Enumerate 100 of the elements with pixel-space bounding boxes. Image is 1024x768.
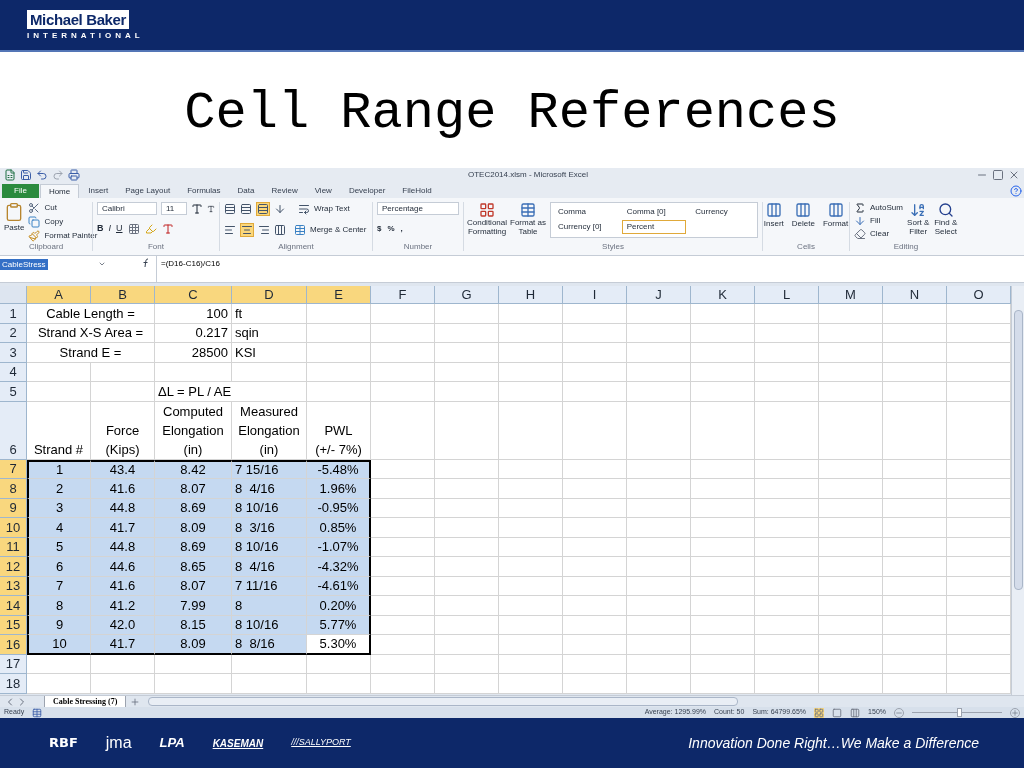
row-header[interactable]: 16 <box>0 635 27 655</box>
formula-field[interactable]: =(D16-C16)/C16 <box>156 256 1024 282</box>
middle-align-icon[interactable] <box>240 203 252 215</box>
paste-button[interactable]: Paste <box>4 202 25 242</box>
copy-button[interactable]: Copy <box>28 216 98 228</box>
zoom-slider[interactable] <box>912 708 1002 717</box>
row-header[interactable]: 5 <box>0 382 27 402</box>
page-break-icon[interactable] <box>850 707 861 718</box>
font-style-button[interactable]: U <box>116 222 123 236</box>
zoom-thumb[interactable] <box>956 708 962 717</box>
bottom-align-icon[interactable] <box>256 202 270 216</box>
font-size-field[interactable]: 11 <box>161 202 187 215</box>
font-style-button[interactable]: I <box>108 222 111 236</box>
horizontal-scrollbar[interactable] <box>148 697 739 706</box>
ribbon-tab[interactable]: FileHold <box>394 184 440 198</box>
column-header[interactable]: A <box>27 286 91 304</box>
ribbon-tab[interactable]: Page Layout <box>117 184 179 198</box>
row-header[interactable]: 8 <box>0 479 27 499</box>
ribbon-tab[interactable]: Data <box>229 184 263 198</box>
number-format-button[interactable]: , <box>400 223 403 235</box>
column-header[interactable]: I <box>563 286 627 304</box>
excel-icon[interactable] <box>4 169 16 181</box>
cell-style-item[interactable]: Percent <box>621 220 687 234</box>
align-left-icon[interactable] <box>224 223 236 236</box>
row-header[interactable]: 14 <box>0 596 27 616</box>
column-header[interactable]: D <box>232 286 307 304</box>
column-header[interactable]: F <box>371 286 435 304</box>
cells-button[interactable]: Format <box>822 202 849 230</box>
font-family-field[interactable]: Calibri <box>97 202 157 215</box>
conditional-formatting-button[interactable]: Conditional Formatting <box>468 202 506 236</box>
row-header[interactable]: 10 <box>0 518 27 538</box>
save-icon[interactable] <box>20 169 32 181</box>
row-header[interactable]: 18 <box>0 674 27 694</box>
ribbon-tab[interactable]: Home <box>39 184 80 198</box>
align-right-icon[interactable] <box>258 223 270 236</box>
fill-button[interactable]: Fill <box>854 215 903 227</box>
column-header[interactable]: G <box>435 286 499 304</box>
grow-font-icon[interactable] <box>191 202 203 215</box>
dropdown-icon[interactable] <box>98 260 106 268</box>
number-format-button[interactable]: $ <box>377 223 382 235</box>
align-center-icon[interactable] <box>240 222 254 237</box>
autosum-button[interactable]: AutoSum <box>854 202 903 214</box>
cell-style-item[interactable]: Currency <box>690 205 755 219</box>
column-header[interactable]: M <box>819 286 883 304</box>
close-icon[interactable] <box>1008 169 1020 181</box>
orientation-icon[interactable] <box>274 203 286 215</box>
indent-icon[interactable] <box>274 223 286 236</box>
cell-style-item[interactable]: Currency [0] <box>553 220 618 234</box>
new-sheet-icon[interactable] <box>130 696 141 707</box>
restore-icon[interactable] <box>992 169 1004 181</box>
ribbon-tab[interactable]: Review <box>263 184 306 198</box>
macro-icon[interactable] <box>32 707 43 718</box>
clear-button[interactable]: Clear <box>854 228 903 240</box>
font-color-icon[interactable] <box>161 223 174 235</box>
find-select-button[interactable]: Find & Select <box>933 202 958 240</box>
ribbon-tab[interactable]: Insert <box>80 184 117 198</box>
cells-button[interactable]: Insert <box>763 202 784 230</box>
normal-view-icon[interactable] <box>814 707 825 718</box>
column-header[interactable]: H <box>499 286 563 304</box>
printer-icon[interactable] <box>68 169 80 181</box>
column-header[interactable]: C <box>155 286 232 304</box>
undo-icon[interactable] <box>36 169 48 181</box>
column-header[interactable]: O <box>947 286 1011 304</box>
cut-button[interactable]: Cut <box>28 202 98 214</box>
row-header[interactable]: 6 <box>0 401 27 460</box>
column-header[interactable]: N <box>883 286 947 304</box>
cell-style-item[interactable]: Comma <box>553 205 618 219</box>
column-header[interactable]: E <box>307 286 371 304</box>
column-header[interactable]: J <box>627 286 691 304</box>
wrap-text-button[interactable]: Wrap Text <box>298 203 350 215</box>
ribbon-tab[interactable]: View <box>306 184 340 198</box>
column-header[interactable]: L <box>755 286 819 304</box>
row-header[interactable]: 12 <box>0 557 27 577</box>
page-layout-icon[interactable] <box>832 707 843 718</box>
column-header[interactable]: K <box>691 286 755 304</box>
function-icon[interactable] <box>142 258 150 269</box>
fill-color-icon[interactable] <box>144 223 157 235</box>
row-header[interactable]: 3 <box>0 343 27 363</box>
merge-center-button[interactable]: Merge & Center <box>294 223 367 236</box>
number-format-field[interactable]: Percentage <box>377 202 459 215</box>
ribbon-tab[interactable]: File <box>2 184 39 198</box>
row-header[interactable]: 1 <box>0 304 27 324</box>
font-style-button[interactable]: B <box>97 222 104 236</box>
shrink-font-icon[interactable] <box>207 204 215 213</box>
name-box[interactable]: CableStress <box>0 258 98 270</box>
column-header[interactable]: B <box>91 286 155 304</box>
top-align-icon[interactable] <box>224 203 236 215</box>
ribbon-tab[interactable]: Developer <box>340 184 394 198</box>
borders-icon[interactable] <box>127 223 140 235</box>
format-as-table-button[interactable]: Format as Table <box>510 202 546 236</box>
ribbon-tab[interactable]: Formulas <box>179 184 229 198</box>
number-format-button[interactable]: % <box>387 223 395 235</box>
vertical-scrollbar[interactable] <box>1011 286 1024 695</box>
help-icon[interactable] <box>1010 185 1022 197</box>
zoom-in-icon[interactable] <box>1010 707 1020 718</box>
cells-button[interactable]: Delete <box>791 202 815 230</box>
redo-icon[interactable] <box>52 169 64 181</box>
cell-style-item[interactable]: Comma [0] <box>621 205 687 219</box>
sheet-tab[interactable]: Cable Stressing (7) <box>44 695 127 708</box>
sort-filter-button[interactable]: Sort & Filter <box>906 202 930 240</box>
